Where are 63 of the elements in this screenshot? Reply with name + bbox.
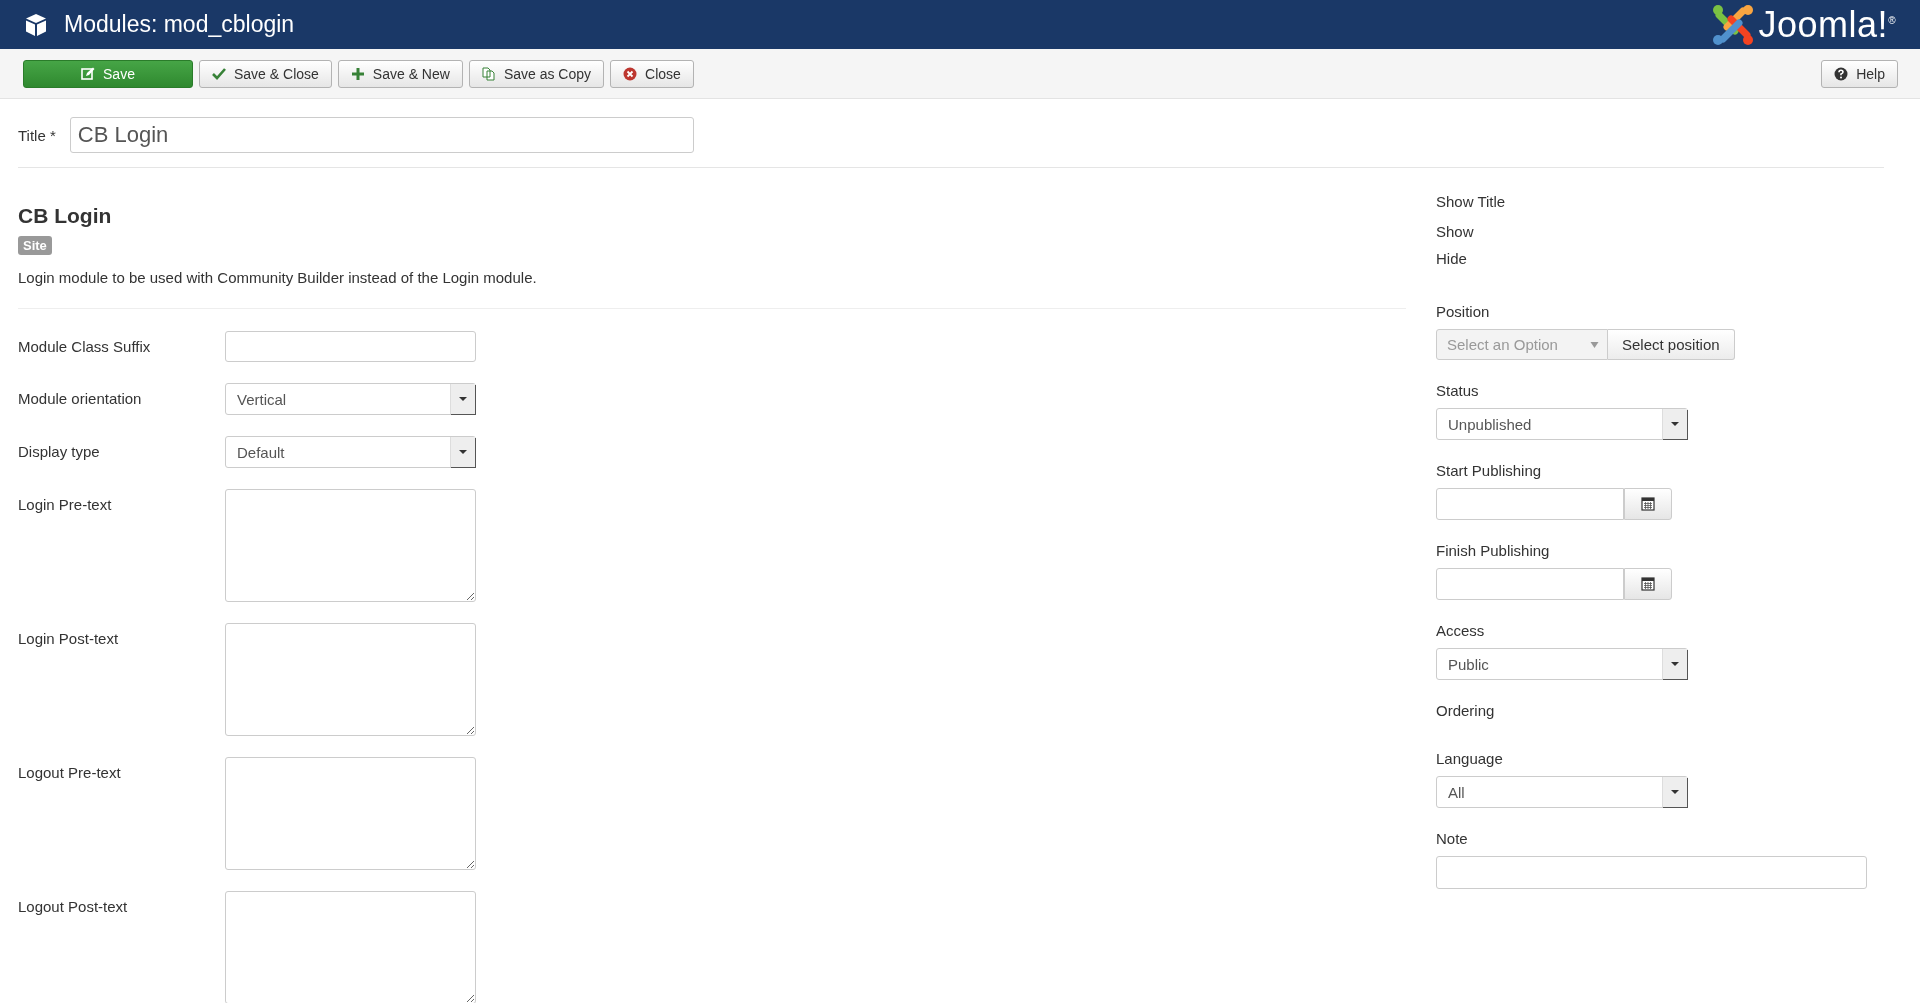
caret-icon	[1671, 422, 1679, 426]
edit-icon	[81, 66, 96, 81]
help-icon	[1834, 66, 1849, 81]
module-heading: CB Login	[18, 204, 113, 228]
field-label: Access	[1436, 622, 1485, 639]
field-label: Start Publishing	[1436, 462, 1542, 479]
field-label: Title *	[18, 126, 56, 144]
field-label: Module orientation	[18, 389, 143, 407]
textarea-field[interactable]	[225, 489, 476, 602]
field-label: Language	[1436, 750, 1503, 767]
caret-icon	[459, 397, 467, 401]
logo-icon	[1710, 2, 1755, 47]
help-button[interactable]: Help	[1821, 59, 1898, 88]
save-close-button[interactable]: Save & Close	[199, 59, 332, 88]
textarea-field[interactable]	[225, 623, 476, 736]
caret-icon	[459, 450, 467, 454]
field-label: Show Title	[1436, 193, 1506, 210]
close-button[interactable]: Close	[610, 59, 694, 88]
checkmark-icon	[212, 66, 226, 81]
calendar-icon	[1641, 577, 1655, 591]
calendar-icon	[1641, 497, 1655, 511]
field-label: Note	[1436, 830, 1468, 847]
close-icon	[623, 66, 638, 81]
note-input[interactable]	[1436, 856, 1867, 889]
save-copy-button[interactable]: Save as Copy	[468, 59, 605, 88]
page-title: Modules: mod_cblogin	[64, 11, 295, 38]
save-button[interactable]: Save	[23, 59, 193, 88]
copy-icon	[481, 66, 496, 81]
field-label: Position	[1436, 303, 1490, 320]
textarea-field[interactable]	[225, 891, 476, 1003]
select-dropdown[interactable]: All	[1436, 776, 1688, 808]
select-dropdown[interactable]: Default	[225, 436, 476, 468]
field-label: Login Pre-text	[18, 495, 113, 513]
field-label: Login Post-text	[18, 629, 120, 647]
select-dropdown[interactable]: Unpublished	[1436, 408, 1688, 440]
field-label: Display type	[18, 442, 101, 460]
date-input[interactable]	[1436, 568, 1624, 600]
site-badge: Site	[18, 236, 52, 255]
title-input[interactable]: CB Login	[69, 117, 694, 153]
select-dropdown[interactable]: Public	[1436, 648, 1688, 680]
textarea-field[interactable]	[225, 757, 476, 870]
radio-option[interactable]: Hide	[1436, 250, 1467, 267]
field-label: Ordering	[1436, 702, 1495, 719]
radio-option[interactable]: Show	[1436, 223, 1474, 240]
plus-icon	[350, 66, 365, 81]
module-description: Login module to be used with Community Builder instead of the Login module.	[18, 269, 538, 286]
field-label: Module Class Suffix	[18, 337, 152, 355]
caret-icon	[1671, 662, 1679, 666]
field-label: Status	[1436, 382, 1479, 399]
calendar-button[interactable]	[1624, 488, 1672, 520]
cube-icon	[24, 12, 48, 37]
field-label: Finish Publishing	[1436, 542, 1550, 559]
caret-icon	[1590, 341, 1599, 348]
logo-text: Joomla!$^{®}$	[1758, 3, 1896, 46]
calendar-button[interactable]	[1624, 568, 1672, 600]
caret-icon	[1671, 790, 1679, 794]
field-label: Logout Pre-text	[18, 763, 122, 781]
save-new-button[interactable]: Save & New	[337, 59, 463, 88]
field-label: Logout Post-text	[18, 897, 129, 915]
select-dropdown[interactable]: Vertical	[225, 383, 476, 415]
date-input[interactable]	[1436, 488, 1624, 520]
select-position-button[interactable]: Select position	[1608, 329, 1735, 360]
text-input[interactable]	[225, 331, 476, 362]
